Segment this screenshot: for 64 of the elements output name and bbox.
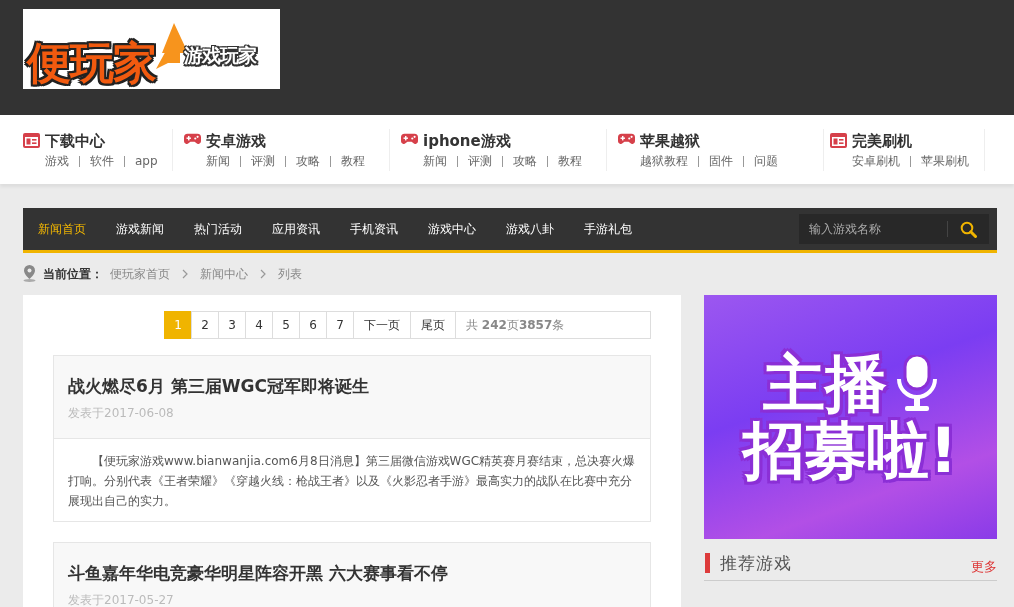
search-field[interactable]: 输入游戏名称: [799, 214, 947, 244]
nav-tab[interactable]: 新闻首页: [23, 208, 101, 250]
subcategory-link[interactable]: 安卓刷机: [852, 153, 900, 169]
article-summary: 【便玩家游戏www.bianwanjia.com6月8日消息】第三届微信游戏WGC精英赛月赛结束，总决赛火爆打响。分别代表《王者荣耀》《穿越火线：枪战王者》以及《火影忍者手游》最高实力的战队在比赛中充分展现出自己的实力。: [67, 453, 637, 510]
more-link[interactable]: 更多: [971, 558, 997, 576]
search-button[interactable]: [947, 214, 989, 244]
accent-bar-icon: [705, 553, 710, 573]
banner-headline: 主播: [762, 350, 887, 416]
gamepad-icon: [401, 133, 418, 145]
next-page-link[interactable]: 下一页: [353, 311, 411, 339]
page-link[interactable]: 7: [326, 311, 354, 339]
nav-tab[interactable]: 手机资讯: [335, 208, 413, 250]
promo-banner[interactable]: 主播 招募啦!: [704, 295, 997, 539]
page-link[interactable]: 5: [272, 311, 300, 339]
page-link[interactable]: 4: [245, 311, 273, 339]
breadcrumb-current: 列表: [278, 265, 302, 283]
logo-text: 便玩家: [27, 41, 156, 85]
subcategory-link[interactable]: 苹果刷机: [921, 153, 969, 169]
subcategory-link[interactable]: 新闻: [423, 153, 447, 169]
chevron-icon: [260, 268, 266, 279]
subcategory-link[interactable]: 攻略: [513, 153, 537, 169]
category-link[interactable]: 安卓游戏: [206, 132, 266, 150]
location-pin-icon: [23, 265, 36, 282]
page-link[interactable]: 6: [299, 311, 327, 339]
section-title: 推荐游戏: [720, 552, 792, 574]
subcategory-link[interactable]: 教程: [341, 153, 365, 169]
last-page-link[interactable]: 尾页: [410, 311, 456, 339]
page-link[interactable]: 2: [191, 311, 219, 339]
article-title-link[interactable]: 战火燃尽6月 第三届WGC冠军即将诞生: [68, 374, 369, 398]
gamepad-icon: [618, 133, 635, 145]
nav-tab[interactable]: 游戏中心: [413, 208, 491, 250]
subcategory-link[interactable]: app: [135, 153, 158, 169]
site-logo[interactable]: 便玩家 游戏玩家: [23, 9, 280, 89]
subcategory-link[interactable]: 新闻: [206, 153, 230, 169]
subcategory-link[interactable]: 评测: [468, 153, 492, 169]
nav-tab[interactable]: 应用资讯: [257, 208, 335, 250]
banner-subline: 招募啦!: [743, 418, 958, 484]
subcategory-link[interactable]: 游戏: [45, 153, 69, 169]
nav-tab[interactable]: 热门活动: [179, 208, 257, 250]
category-link[interactable]: 下载中心: [45, 132, 105, 150]
category-link[interactable]: iphone游戏: [423, 132, 511, 150]
nav-tab[interactable]: 手游礼包: [569, 208, 647, 250]
subcategory-link[interactable]: 固件: [709, 153, 733, 169]
subcategory-link[interactable]: 评测: [251, 153, 275, 169]
nav-tab[interactable]: 游戏八卦: [491, 208, 569, 250]
microphone-icon: [894, 355, 939, 412]
logo-tagline: 游戏玩家: [184, 46, 256, 65]
subcategory-link[interactable]: 教程: [558, 153, 582, 169]
chevron-icon: [182, 268, 188, 279]
gamepad-icon: [184, 133, 201, 145]
subcategory-link[interactable]: 问题: [754, 153, 778, 169]
document-icon: [830, 133, 847, 148]
page-link[interactable]: 3: [218, 311, 246, 339]
location-label: 当前位置：: [43, 265, 103, 283]
category-link[interactable]: 苹果越狱: [640, 132, 700, 150]
article-title-link[interactable]: 斗鱼嘉年华电竞豪华明星阵容开黑 六大赛事看不停: [68, 561, 448, 585]
subcategory-link[interactable]: 攻略: [296, 153, 320, 169]
page-summary: 共 242页3857条: [455, 311, 651, 339]
category-link[interactable]: 完美刷机: [852, 132, 912, 150]
nav-tab[interactable]: 游戏新闻: [101, 208, 179, 250]
subcategory-link[interactable]: 软件: [90, 153, 114, 169]
search-icon: [959, 220, 977, 238]
subcategory-link[interactable]: 越狱教程: [640, 153, 688, 169]
document-icon: [23, 133, 40, 148]
